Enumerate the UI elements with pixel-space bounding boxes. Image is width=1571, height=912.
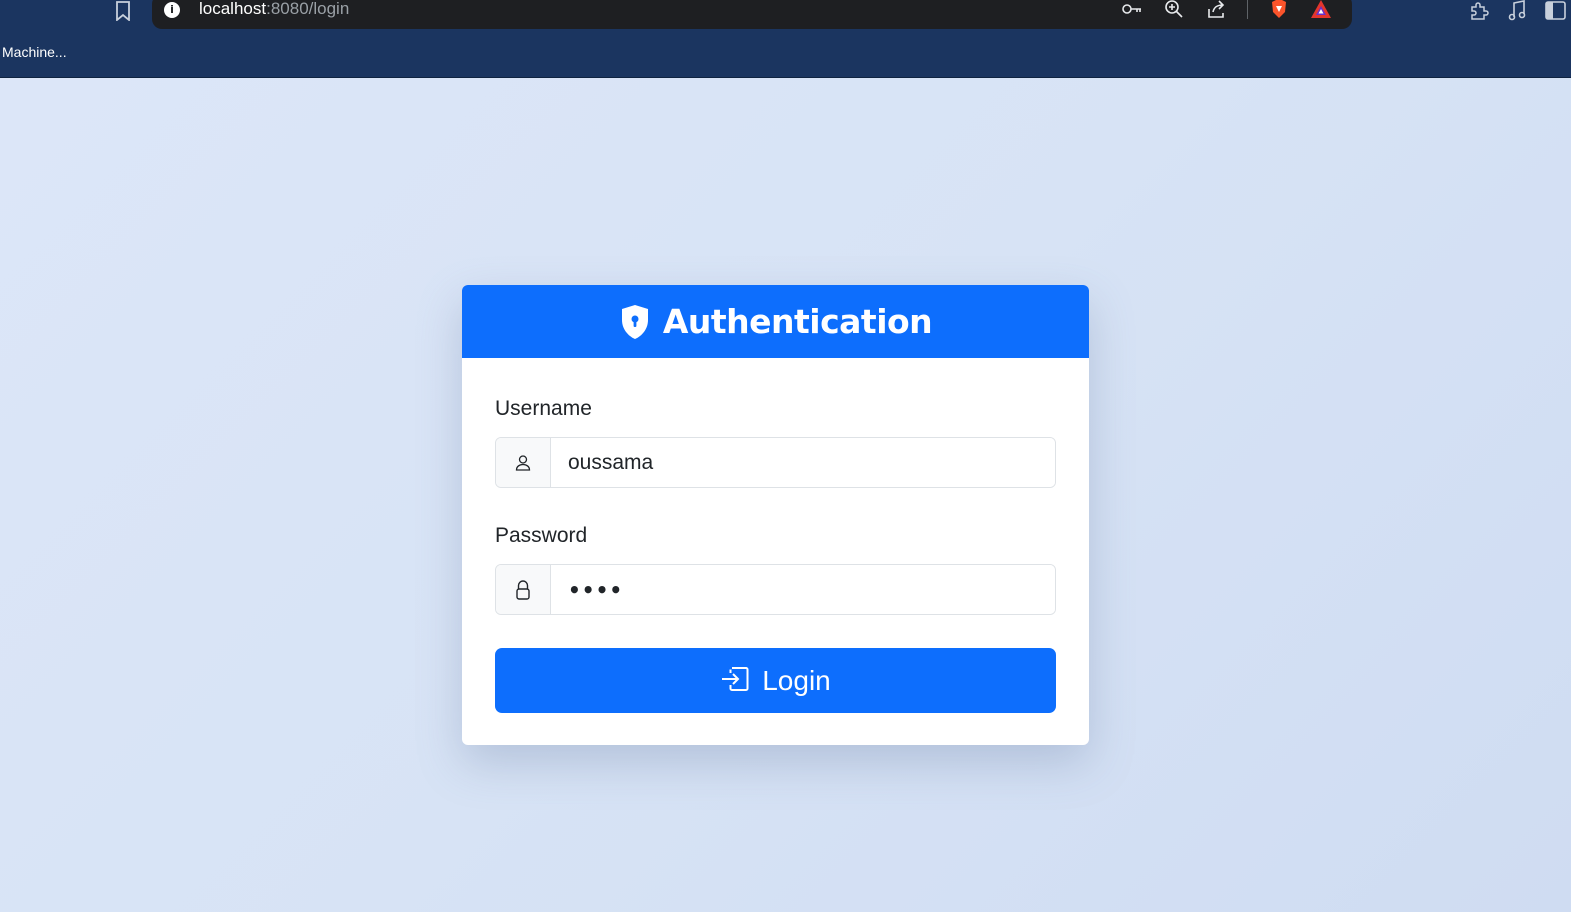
brave-rewards-icon[interactable] (1310, 0, 1332, 20)
login-button-label: Login (762, 664, 831, 696)
site-info-icon[interactable]: i (164, 2, 180, 18)
password-input[interactable] (551, 565, 1055, 614)
lock-icon (496, 565, 551, 614)
bookmark-item[interactable]: Machine... (2, 44, 67, 60)
address-bar[interactable]: i localhost:8080/login (152, 0, 1352, 29)
box-arrow-in-right-icon (720, 665, 750, 696)
zoom-icon[interactable] (1163, 0, 1185, 20)
sidebar-toggle-icon[interactable] (1543, 0, 1567, 22)
share-icon[interactable] (1205, 0, 1227, 20)
person-icon (496, 438, 551, 487)
extensions-icon[interactable] (1467, 0, 1491, 22)
bookmark-icon[interactable] (112, 0, 134, 22)
card-title: Authentication (662, 302, 933, 341)
card-header: Authentication (462, 285, 1089, 358)
shield-lock-icon (619, 304, 651, 340)
username-input[interactable] (551, 438, 1055, 487)
password-label: Password (495, 524, 588, 547)
brave-shields-icon[interactable] (1268, 0, 1290, 20)
username-label: Username (495, 397, 592, 420)
password-group (495, 564, 1056, 615)
url-text[interactable]: localhost:8080/login (199, 0, 349, 19)
browser-toolbar: i localhost:8080/login Machine... (0, 0, 1571, 78)
username-group (495, 437, 1056, 488)
toolbar-divider (1247, 0, 1248, 19)
page-background: Authentication Username Password (0, 78, 1571, 912)
login-button[interactable]: Login (495, 648, 1056, 713)
media-controls-icon[interactable] (1505, 0, 1529, 22)
password-key-icon[interactable] (1121, 0, 1143, 20)
login-card: Authentication Username Password (462, 285, 1089, 745)
